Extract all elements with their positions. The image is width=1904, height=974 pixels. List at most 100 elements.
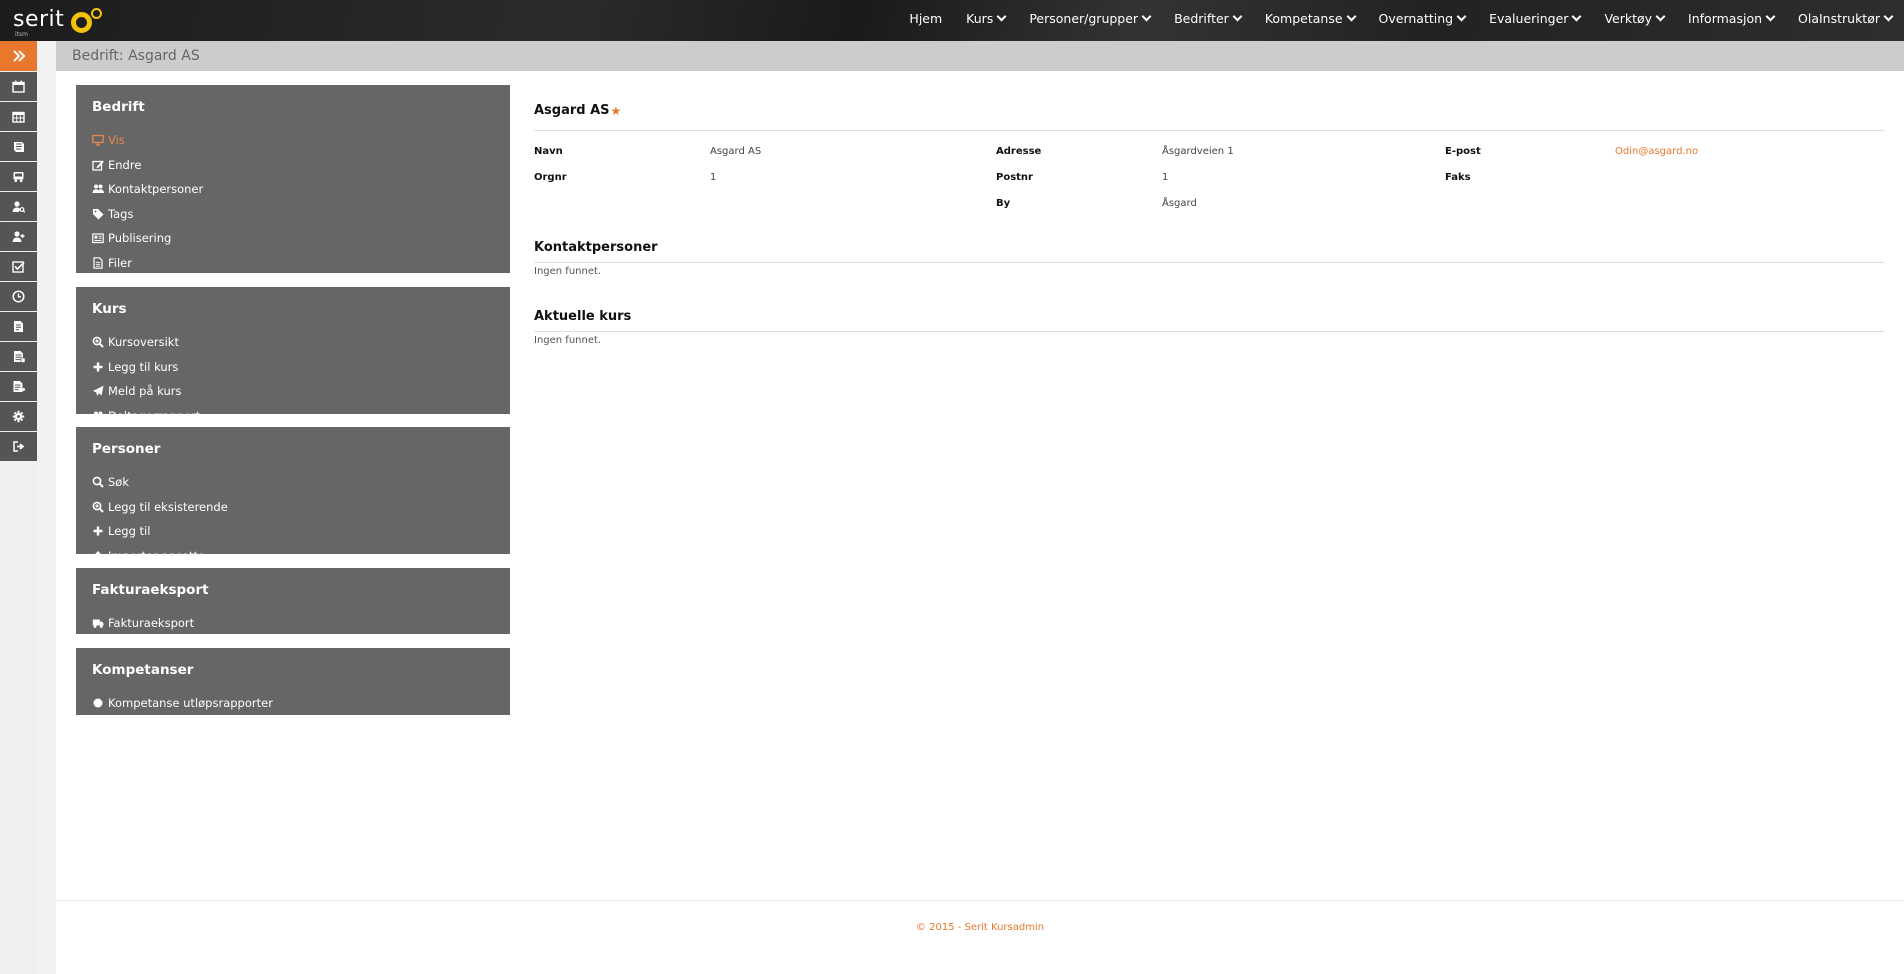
nav-item-label: Kompetanse [1264, 11, 1343, 26]
postnr-value: 1 [1162, 172, 1169, 183]
footer-divider [56, 900, 1904, 901]
sidebar-button-checkbox[interactable] [0, 252, 37, 281]
menu-item-legg-til-eksisterende[interactable]: Legg til eksisterende [92, 500, 510, 525]
menu-item-kursoversikt[interactable]: Kursoversikt [92, 335, 510, 360]
by-value: Åsgard [1162, 198, 1197, 209]
menu-item-label: Endre [108, 157, 142, 172]
menu-item-label: Fakturaeksport [108, 616, 195, 630]
nav-item-label: Personer/grupper [1029, 11, 1139, 26]
menu-list: Vis Endre Kontaktpersoner Tags Publisering Fi… [92, 133, 510, 305]
users-icon [92, 183, 104, 195]
adresse-value: Åsgardveien 1 [1162, 146, 1234, 157]
menu-panel-bedrift: Bedrift Vis Endre Kontaktpersoner Tags Publis… [76, 85, 510, 294]
menu-item-legg-til[interactable]: Legg til [92, 524, 510, 549]
company-title: Asgard AS ★ [534, 103, 621, 118]
logout-icon [13, 441, 25, 452]
menu-item-label: Legg til [108, 524, 151, 538]
menu-item-tags[interactable]: Tags [92, 207, 510, 232]
faks-label: Faks [1445, 172, 1471, 183]
nav-item-overnatting[interactable]: Overnatting [1379, 11, 1467, 26]
icon-sidebar [0, 41, 37, 974]
aktuelle-kurs-empty-text: Ingen funnet. [534, 335, 602, 346]
menu-panel-title: Fakturaeksport [92, 582, 209, 598]
chevron-down-icon [996, 11, 1007, 22]
truck-icon [92, 617, 104, 629]
menu-panel-kurs: Kurs Kursoversikt Legg til kurs Meld på kur… [76, 287, 510, 423]
nav-item-label: OlaInstruktør [1798, 11, 1880, 26]
aktuelle-kurs-heading: Aktuelle kurs [534, 309, 632, 324]
zoom-icon [92, 336, 104, 348]
chevron-down-icon [1456, 11, 1467, 22]
tag-icon [92, 208, 104, 220]
nav-item-personer-grupper[interactable]: Personer/grupper [1029, 11, 1152, 26]
plus-icon [92, 361, 104, 373]
sidebar-button-calendar-grid[interactable] [0, 102, 37, 131]
menu-item-endre[interactable]: Endre [92, 158, 510, 183]
nav-item-informasjon[interactable]: Informasjon [1688, 11, 1776, 26]
menu-panel-kompetanser: Kompetanser Kompetanse utløpsrapporter [76, 648, 510, 715]
nav-item-kompetanse[interactable]: Kompetanse [1264, 11, 1356, 26]
menu-item-filer[interactable]: Filer [92, 256, 510, 281]
menu-panel-fakturaeksport: Fakturaeksport Fakturaeksport [76, 568, 510, 634]
zoom-icon [92, 501, 104, 513]
menu-item-label: Legg til kurs [108, 359, 179, 374]
sidebar-button-report-list[interactable] [0, 342, 37, 371]
postnr-label: Postnr [996, 172, 1033, 183]
breadcrumb: Bedrift: Asgard AS [72, 48, 200, 64]
checkbox-icon [12, 261, 25, 273]
breadcrumb-bar: Bedrift: Asgard AS [56, 41, 1904, 71]
menu-item-kompetanse-utløpsrapporter[interactable]: Kompetanse utløpsrapporter [92, 696, 510, 721]
menu-item-label: Meld på kurs [108, 384, 182, 398]
sidebar-button-gear[interactable] [0, 402, 37, 431]
sidebar-button-user-search[interactable] [0, 192, 37, 221]
menu-item-label: Vis [108, 133, 125, 147]
report-export-icon [13, 381, 25, 392]
serit-logo[interactable]: serit itsm [13, 4, 103, 38]
sidebar-toggle-button[interactable] [0, 41, 37, 71]
menu-item-label: Tags [108, 206, 134, 221]
sidebar-button-calendar[interactable] [0, 72, 37, 101]
menu-item-vis[interactable]: Vis [92, 133, 510, 158]
menu-item-label: Kontaktpersoner [108, 182, 204, 196]
logo-subtext: itsm [15, 31, 28, 38]
main-menu: Hjem Kurs Personer/grupper Bedrifter Kompeta… [885, 0, 1894, 37]
menu-item-søk[interactable]: Søk [92, 475, 510, 500]
nav-item-evalueringer[interactable]: Evalueringer [1489, 11, 1582, 26]
menu-list: Søk Legg til eksisterende Legg til Importer… [92, 475, 510, 573]
nav-item-label: Verktøy [1604, 11, 1653, 26]
menu-item-meld-på-kurs[interactable]: Meld på kurs [92, 384, 510, 409]
menu-item-label: Søk [108, 475, 129, 489]
menu-item-publisering[interactable]: Publisering [92, 231, 510, 256]
user-search-icon [12, 201, 25, 213]
sidebar-button-book[interactable] [0, 132, 37, 161]
sidebar-button-report-export[interactable] [0, 372, 37, 401]
epost-link[interactable]: Odin@asgard.no [1615, 146, 1698, 157]
menu-item-legg-til-kurs[interactable]: Legg til kurs [92, 360, 510, 385]
menu-item-label: Kursoversikt [108, 335, 179, 349]
menu-item-fakturaeksport[interactable]: Fakturaeksport [92, 616, 510, 641]
nav-item-verktøy[interactable]: Verktøy [1604, 11, 1666, 26]
menu-item-label: Kompetanse utløpsrapporter [108, 696, 273, 710]
book-icon [14, 142, 24, 152]
nav-item-hjem[interactable]: Hjem [909, 11, 942, 26]
sidebar-button-report[interactable] [0, 312, 37, 341]
sidebar-button-bus[interactable] [0, 162, 37, 191]
upload-icon [92, 550, 104, 562]
menu-panel-title: Bedrift [92, 99, 145, 115]
nav-item-bedrifter[interactable]: Bedrifter [1174, 11, 1243, 26]
menu-item-kontaktpersoner[interactable]: Kontaktpersoner [92, 182, 510, 207]
nav-item-kurs[interactable]: Kurs [966, 11, 1007, 26]
menu-item-label: Legg til eksisterende [108, 499, 228, 514]
double-chevron-right-icon [12, 50, 25, 62]
sidebar-button-logout[interactable] [0, 432, 37, 461]
star-icon[interactable]: ★ [611, 104, 622, 118]
divider [534, 130, 1884, 131]
menu-panel-personer: Personer Søk Legg til eksisterende Legg til… [76, 427, 510, 563]
navn-label: Navn [534, 146, 563, 157]
edit-icon [92, 159, 104, 171]
newspaper-icon [92, 232, 104, 244]
sidebar-button-user-add[interactable] [0, 222, 37, 251]
sidebar-button-clock[interactable] [0, 282, 37, 311]
nav-item-olainstruktør[interactable]: OlaInstruktør [1798, 11, 1894, 26]
footer-copyright: © 2015 - Serit Kursadmin [915, 922, 1045, 933]
